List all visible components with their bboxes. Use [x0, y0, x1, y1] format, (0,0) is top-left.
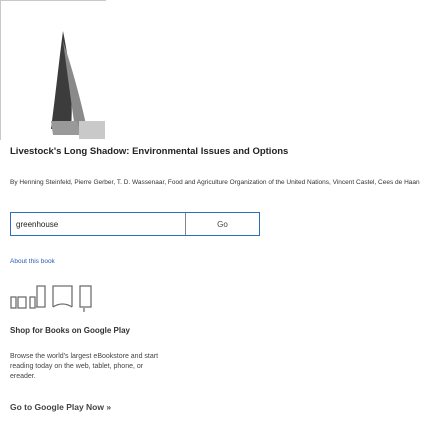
search-form: Go [10, 212, 260, 236]
go-to-google-play-link[interactable]: Go to Google Play Now » [10, 402, 111, 412]
book-byline: By Henning Steinfeld, Pierre Gerber, T. … [10, 179, 420, 186]
google-play-books-logo [10, 276, 100, 319]
search-go-label: Go [217, 219, 228, 229]
search-go-button[interactable]: Go [185, 213, 259, 235]
shop-description: Browse the world's largest eBookstore an… [10, 353, 159, 380]
search-input[interactable] [11, 213, 185, 235]
book-cover[interactable] [0, 0, 107, 141]
google-play-books-icon [10, 285, 92, 312]
book-title: Livestock's Long Shadow: Environmental I… [10, 146, 289, 157]
about-this-book-link[interactable]: About this book [10, 258, 55, 265]
book-cover-image [1, 1, 107, 141]
shop-heading: Shop for Books on Google Play [10, 326, 131, 335]
